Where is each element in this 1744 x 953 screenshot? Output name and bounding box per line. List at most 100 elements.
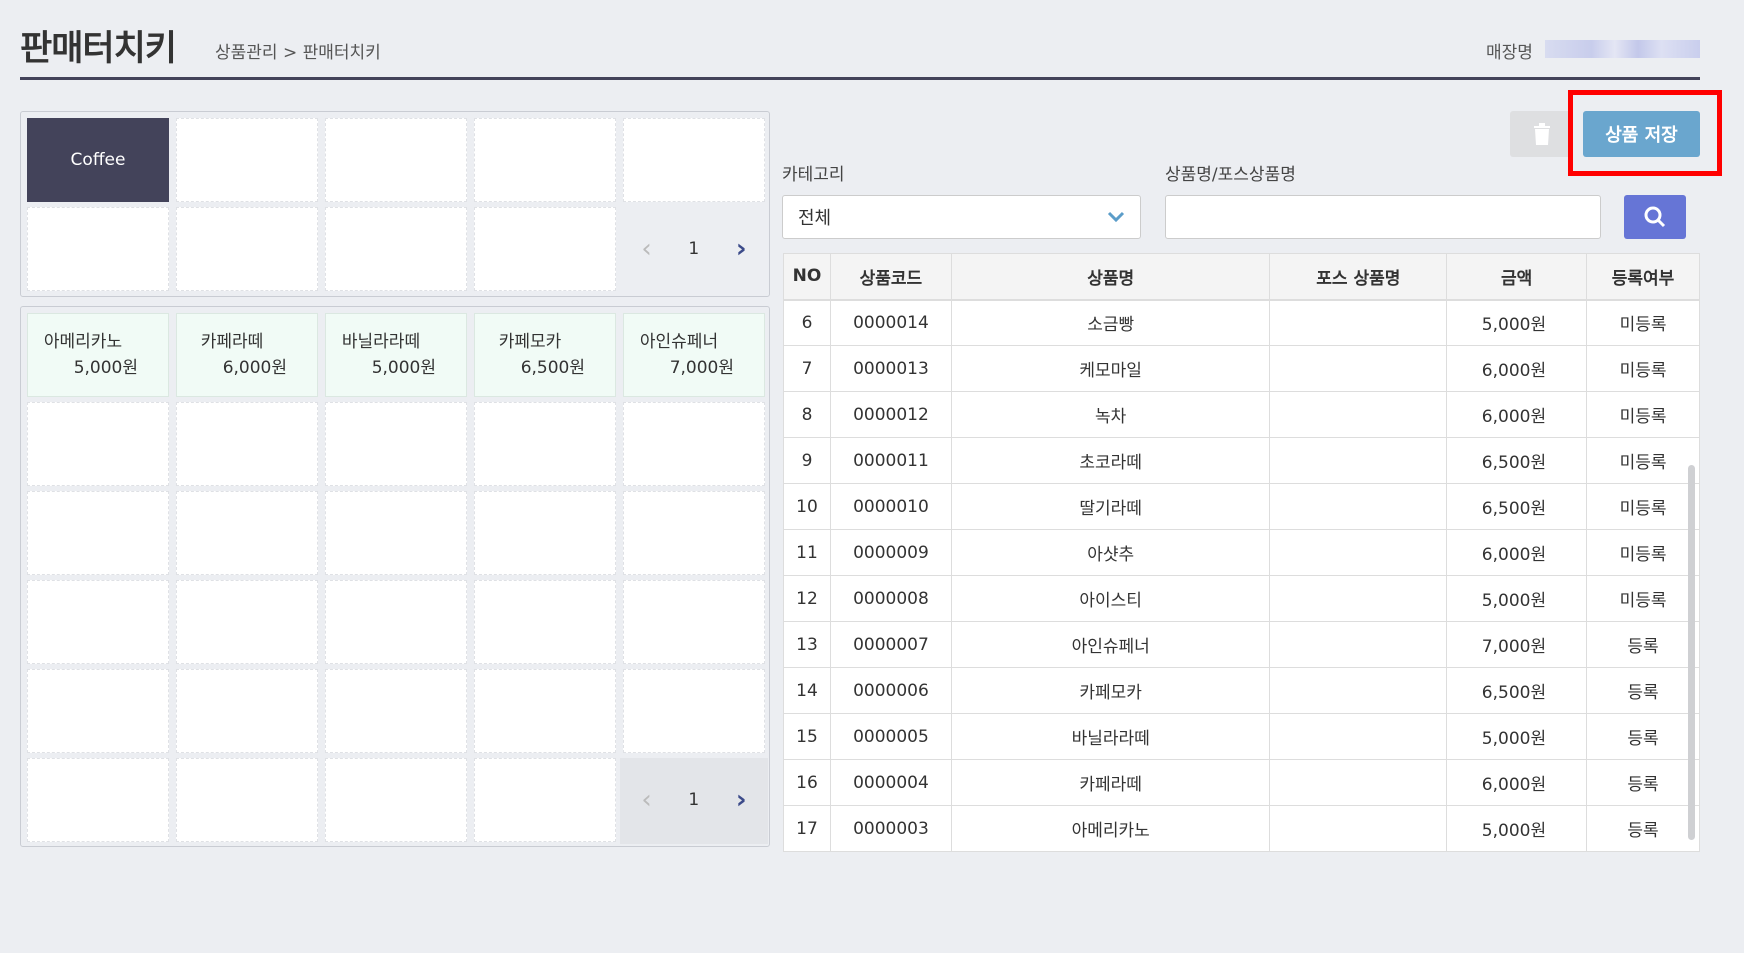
table-cell — [1269, 483, 1448, 530]
table-cell — [1269, 575, 1448, 622]
column-header[interactable]: 상품코드 — [829, 253, 952, 301]
product-cell[interactable]: 카페라떼 6,000원 — [176, 313, 318, 397]
product-cell-empty[interactable] — [176, 758, 318, 842]
chevron-left-icon[interactable]: ‹ — [641, 785, 651, 815]
table-row[interactable]: 9 0000011 초코라떼 6,500원 미등록 — [783, 437, 1700, 484]
table-cell: 0000012 — [829, 391, 952, 438]
table-cell: 카페모카 — [950, 667, 1271, 714]
product-pagination: ‹ 1 › — [623, 758, 765, 842]
table-cell — [1269, 713, 1448, 760]
table-cell: 5,000원 — [1446, 575, 1588, 622]
product-cell-empty[interactable] — [176, 669, 318, 753]
product-cell-empty[interactable] — [27, 402, 169, 486]
store-name-label: 매장명 — [1486, 43, 1533, 63]
product-price: 6,000원 — [222, 358, 287, 378]
category-cell-empty[interactable] — [623, 118, 765, 202]
table-cell: 11 — [783, 529, 831, 576]
table-row[interactable]: 11 0000009 아샷추 6,000원 미등록 — [783, 529, 1700, 576]
table-row[interactable]: 14 0000006 카페모카 6,500원 등록 — [783, 667, 1700, 714]
table-cell: 케모마일 — [950, 345, 1271, 392]
category-cell-empty[interactable] — [325, 207, 467, 291]
table-cell: 0000005 — [829, 713, 952, 760]
product-cell[interactable]: 바닐라라떼 5,000원 — [325, 313, 467, 397]
product-cell-empty[interactable] — [325, 491, 467, 575]
product-cell-empty[interactable] — [623, 580, 765, 664]
table-cell — [1269, 759, 1448, 806]
category-label: 카테고리 — [782, 165, 845, 185]
product-cell-empty[interactable] — [27, 669, 169, 753]
product-cell-empty[interactable] — [325, 669, 467, 753]
product-cell-empty[interactable] — [27, 491, 169, 575]
category-cell-coffee[interactable]: Coffee — [27, 118, 169, 202]
product-cell[interactable]: 카페모카 6,500원 — [474, 313, 616, 397]
highlight-box — [1568, 90, 1722, 176]
product-cell-empty[interactable] — [325, 580, 467, 664]
table-cell: 아이스티 — [950, 575, 1271, 622]
category-cell-empty[interactable] — [325, 118, 467, 202]
table-row[interactable]: 16 0000004 카페라떼 6,000원 등록 — [783, 759, 1700, 806]
product-cell-empty[interactable] — [623, 669, 765, 753]
column-header[interactable]: 금액 — [1446, 253, 1588, 301]
table-row[interactable]: 15 0000005 바닐라라떼 5,000원 등록 — [783, 713, 1700, 760]
product-cell-empty[interactable] — [474, 758, 616, 842]
category-cell-empty[interactable] — [474, 118, 616, 202]
table-cell: 13 — [783, 621, 831, 668]
search-input[interactable] — [1165, 195, 1601, 239]
column-header[interactable]: 등록여부 — [1586, 253, 1700, 301]
table-cell: 14 — [783, 667, 831, 714]
table-cell: 0000010 — [829, 483, 952, 530]
search-button[interactable] — [1624, 195, 1686, 239]
table-cell: 0000007 — [829, 621, 952, 668]
table-cell: 초코라떼 — [950, 437, 1271, 484]
category-cell-empty[interactable] — [176, 118, 318, 202]
product-cell-empty[interactable] — [176, 402, 318, 486]
product-table: NO 상품코드 상품명 포스 상품명 금액 등록여부 6 0000014 소금빵 5,000원 미… — [783, 253, 1700, 852]
product-price: 6,500원 — [520, 358, 585, 378]
table-row[interactable]: 17 0000003 아메리카노 5,000원 등록 — [783, 805, 1700, 852]
chevron-right-icon[interactable]: › — [736, 785, 747, 815]
product-cell-empty[interactable] — [27, 580, 169, 664]
table-cell: 녹차 — [950, 391, 1271, 438]
delete-button[interactable] — [1510, 111, 1573, 157]
product-cell[interactable]: 아메리카노 5,000원 — [27, 313, 169, 397]
product-cell[interactable]: 아인슈페너 7,000원 — [623, 313, 765, 397]
product-cell-empty[interactable] — [176, 580, 318, 664]
table-cell: 6,000원 — [1446, 391, 1588, 438]
product-cell-empty[interactable] — [27, 758, 169, 842]
column-header[interactable]: 상품명 — [950, 253, 1271, 301]
column-header[interactable]: NO — [783, 253, 831, 301]
product-cell-empty[interactable] — [474, 669, 616, 753]
category-cell-empty[interactable] — [27, 207, 169, 291]
table-scrollbar[interactable] — [1688, 465, 1695, 840]
product-cell-empty[interactable] — [474, 491, 616, 575]
table-cell: 등록 — [1586, 621, 1700, 668]
product-cell-empty[interactable] — [325, 758, 467, 842]
product-price: 7,000원 — [669, 358, 734, 378]
column-header[interactable]: 포스 상품명 — [1269, 253, 1448, 301]
chevron-left-icon[interactable]: ‹ — [641, 234, 651, 264]
product-cell-empty[interactable] — [474, 580, 616, 664]
product-name: 카페라떼 — [200, 332, 264, 352]
table-row[interactable]: 10 0000010 딸기라떼 6,500원 미등록 — [783, 483, 1700, 530]
table-row[interactable]: 13 0000007 아인슈페너 7,000원 등록 — [783, 621, 1700, 668]
table-cell: 0000014 — [829, 299, 952, 346]
table-cell — [1269, 437, 1448, 484]
product-name: 아인슈페너 — [639, 332, 719, 352]
table-cell: 0000006 — [829, 667, 952, 714]
category-cell-empty[interactable] — [176, 207, 318, 291]
table-row[interactable]: 6 0000014 소금빵 5,000원 미등록 — [783, 299, 1700, 346]
product-cell-empty[interactable] — [474, 402, 616, 486]
product-cell-empty[interactable] — [623, 402, 765, 486]
table-row[interactable]: 8 0000012 녹차 6,000원 미등록 — [783, 391, 1700, 438]
category-cell-empty[interactable] — [474, 207, 616, 291]
product-cell-empty[interactable] — [623, 491, 765, 575]
table-cell: 12 — [783, 575, 831, 622]
chevron-down-icon — [1107, 211, 1125, 223]
category-select[interactable]: 전체 — [782, 195, 1141, 239]
product-cell-empty[interactable] — [325, 402, 467, 486]
chevron-right-icon[interactable]: › — [736, 234, 747, 264]
page-number: 1 — [688, 790, 700, 810]
table-row[interactable]: 12 0000008 아이스티 5,000원 미등록 — [783, 575, 1700, 622]
table-row[interactable]: 7 0000013 케모마일 6,000원 미등록 — [783, 345, 1700, 392]
product-cell-empty[interactable] — [176, 491, 318, 575]
